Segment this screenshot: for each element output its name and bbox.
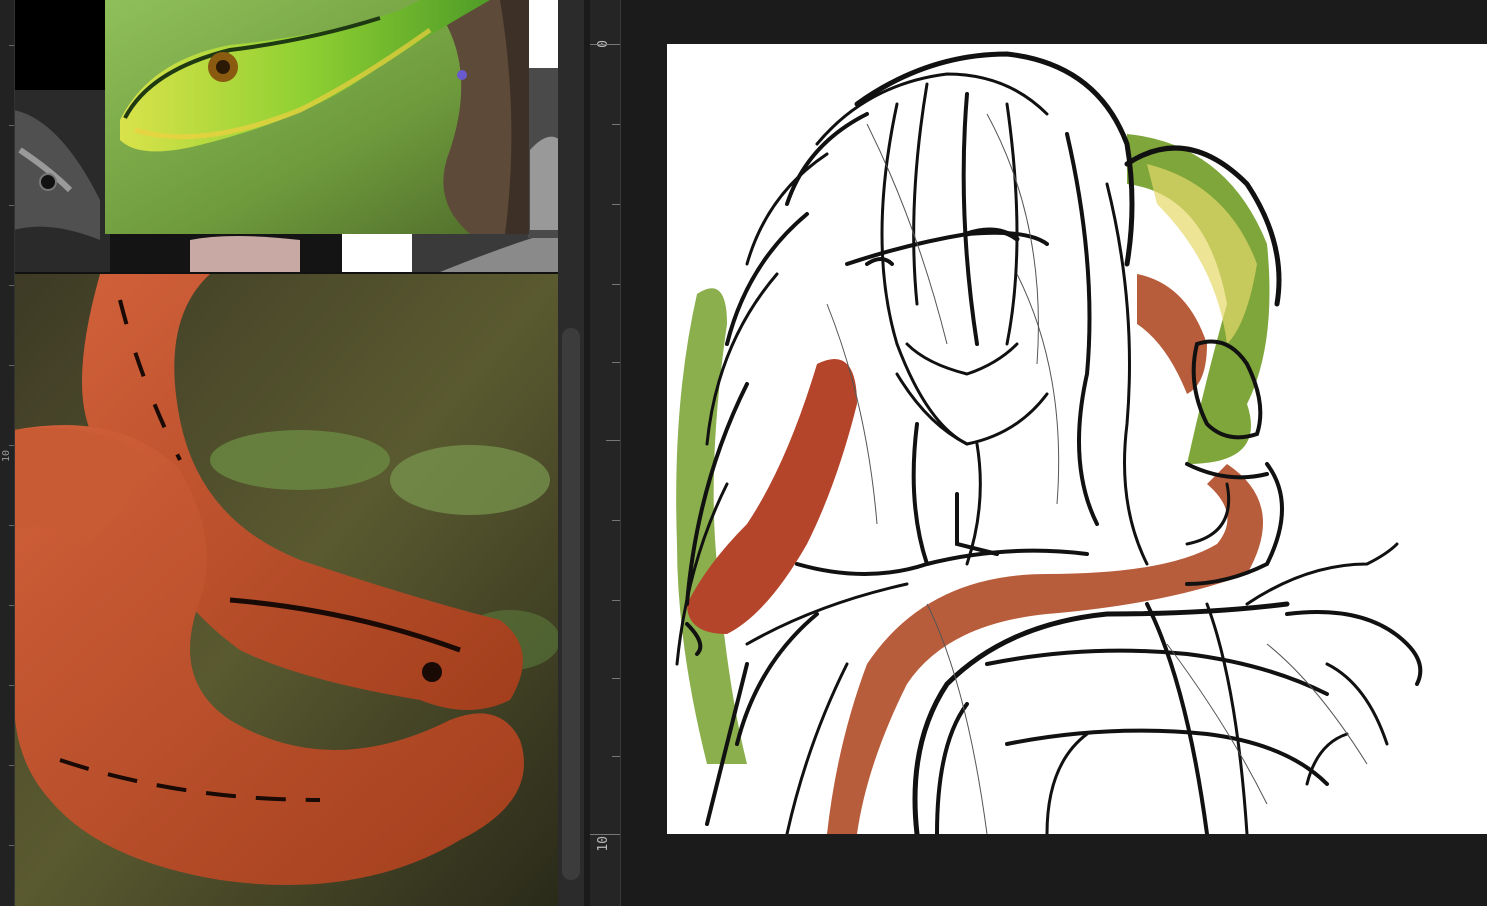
red-snake-photo[interactable]	[14, 274, 560, 906]
ruler-label: 10	[1, 450, 12, 463]
reference-scrollbar[interactable]	[558, 0, 584, 906]
drawing-canvas[interactable]	[667, 44, 1487, 834]
sketch-artwork	[675, 51, 1423, 834]
scrollbar-thumb[interactable]	[562, 328, 580, 880]
ruler-label-10: 10	[596, 836, 611, 852]
reference-ruler: 10	[0, 0, 15, 906]
green-snake-photo[interactable]	[105, 0, 529, 234]
reference-images	[14, 0, 560, 906]
canvas-ruler: 0 10	[590, 0, 621, 906]
reference-pane[interactable]	[0, 0, 560, 906]
